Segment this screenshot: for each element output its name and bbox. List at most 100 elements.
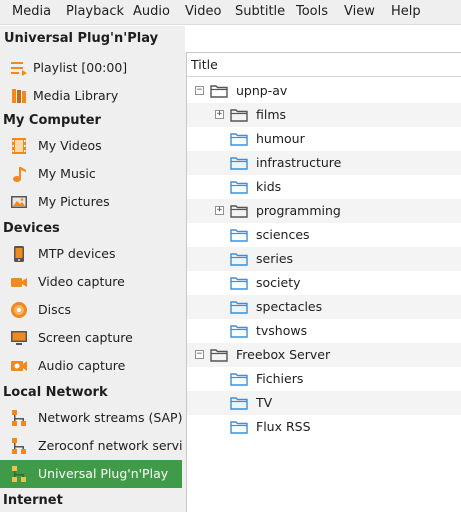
- tree-item-label: upnp-av: [236, 83, 288, 98]
- folder-icon: [230, 325, 248, 338]
- folder-icon: [230, 421, 248, 434]
- sidebar-item-mtp-devices[interactable]: MTP devices: [0, 240, 182, 268]
- sidebar-item-label: Media Library: [33, 88, 119, 103]
- menu-bar: Media Playback Audio Video Subtitle Tool…: [0, 0, 461, 25]
- folder-icon: [230, 229, 248, 242]
- folder-icon: [230, 205, 248, 218]
- section-header-my-computer: My Computer: [3, 113, 101, 128]
- sidebar-item-network-streams-sap[interactable]: Network streams (SAP): [0, 404, 182, 432]
- folder-icon: [210, 349, 228, 362]
- sidebar-item-upnp[interactable]: Universal Plug'n'Play: [0, 460, 182, 488]
- tree-row[interactable]: + programming: [187, 199, 461, 223]
- sidebar-item-label: Audio capture: [38, 358, 126, 373]
- folder-icon: [230, 373, 248, 386]
- sidebar-item-label: My Music: [38, 166, 96, 181]
- folder-icon: [230, 181, 248, 194]
- tree-row[interactable]: humour: [187, 127, 461, 151]
- network-icon: [12, 438, 26, 454]
- sidebar-item-playlist[interactable]: Playlist [00:00]: [0, 54, 182, 82]
- tree-item-label: tvshows: [256, 323, 308, 338]
- playlist-icon: [11, 62, 27, 76]
- tree-item-label: films: [256, 107, 287, 122]
- tree-row[interactable]: sciences: [187, 223, 461, 247]
- network-icon: [12, 466, 26, 482]
- picture-icon: [11, 196, 27, 208]
- folder-icon: [230, 109, 248, 122]
- tree-item-label: Flux RSS: [256, 419, 311, 434]
- sidebar-item-label: My Videos: [38, 138, 102, 153]
- sidebar-item-zeroconf[interactable]: Zeroconf network servi...: [0, 432, 194, 460]
- tree-item-label: TV: [256, 395, 273, 410]
- network-icon: [12, 410, 26, 426]
- tree-item-label: programming: [256, 203, 341, 218]
- sidebar-item-screen-capture[interactable]: Screen capture: [0, 324, 182, 352]
- column-header-title[interactable]: Title: [187, 53, 461, 77]
- screen-capture-icon: [11, 331, 27, 345]
- sidebar-item-my-pictures[interactable]: My Pictures: [0, 188, 182, 216]
- sidebar-item-label: Universal Plug'n'Play: [38, 466, 169, 481]
- sidebar-item-label: Screen capture: [38, 330, 133, 345]
- folder-icon: [230, 301, 248, 314]
- column-title: Title: [191, 57, 218, 72]
- tree-row[interactable]: spectacles: [187, 295, 461, 319]
- sidebar-item-my-videos[interactable]: My Videos: [0, 132, 182, 160]
- mtp-device-icon: [14, 246, 24, 262]
- menu-subtitle[interactable]: Subtitle: [235, 4, 285, 19]
- expand-icon[interactable]: +: [215, 110, 224, 119]
- folder-icon: [230, 157, 248, 170]
- folder-icon: [230, 253, 248, 266]
- menu-media[interactable]: Media: [12, 4, 51, 19]
- sidebar-item-video-capture[interactable]: Video capture: [0, 268, 182, 296]
- folder-icon: [230, 397, 248, 410]
- section-header-devices: Devices: [3, 221, 60, 236]
- music-note-icon: [13, 167, 26, 182]
- menu-video[interactable]: Video: [185, 4, 221, 19]
- sidebar-item-label: Zeroconf network servi...: [38, 438, 195, 453]
- film-icon: [12, 138, 26, 154]
- tree-row[interactable]: society: [187, 271, 461, 295]
- tree-item-label: infrastructure: [256, 155, 342, 170]
- tree-item-label: kids: [256, 179, 282, 194]
- tree-row[interactable]: tvshows: [187, 319, 461, 343]
- video-capture-icon: [11, 278, 27, 287]
- sidebar-item-label: Discs: [38, 302, 71, 317]
- menu-help[interactable]: Help: [391, 4, 421, 19]
- tree-row[interactable]: + films: [187, 103, 461, 127]
- collapse-icon[interactable]: −: [195, 86, 204, 95]
- sidebar-item-my-music[interactable]: My Music: [0, 160, 182, 188]
- menu-audio[interactable]: Audio: [133, 4, 170, 19]
- sidebar-item-label: MTP devices: [38, 246, 116, 261]
- sidebar: Playlist [00:00] Media Library My Comput…: [0, 52, 194, 512]
- tree-row[interactable]: − Freebox Server: [187, 343, 461, 367]
- tree-item-label: spectacles: [256, 299, 323, 314]
- collapse-icon[interactable]: −: [195, 350, 204, 359]
- sidebar-item-discs[interactable]: Discs: [0, 296, 182, 324]
- tree-item-label: humour: [256, 131, 305, 146]
- sidebar-item-label: My Pictures: [38, 194, 110, 209]
- tree-row[interactable]: Flux RSS: [187, 415, 461, 439]
- tree-row[interactable]: series: [187, 247, 461, 271]
- tree-row[interactable]: infrastructure: [187, 151, 461, 175]
- tree-row[interactable]: − upnp-av: [187, 79, 461, 103]
- tree-item-label: Fichiers: [256, 371, 304, 386]
- media-tree: Title − upnp-av + films humour infrastructure…: [186, 52, 461, 512]
- tree-item-label: society: [256, 275, 301, 290]
- disc-icon: [11, 302, 27, 318]
- tree-row[interactable]: TV: [187, 391, 461, 415]
- tree-item-label: series: [256, 251, 294, 266]
- section-header-local-network: Local Network: [3, 385, 108, 400]
- menu-playback[interactable]: Playback: [66, 4, 124, 19]
- sidebar-item-audio-capture[interactable]: Audio capture: [0, 352, 182, 380]
- audio-capture-icon: [11, 361, 27, 371]
- sidebar-item-label: Video capture: [38, 274, 125, 289]
- panel-title: Universal Plug'n'Play: [0, 26, 185, 52]
- expand-icon[interactable]: +: [215, 206, 224, 215]
- tree-row[interactable]: kids: [187, 175, 461, 199]
- sidebar-item-media-library[interactable]: Media Library: [0, 82, 182, 110]
- folder-icon: [210, 85, 228, 98]
- tree-row[interactable]: Fichiers: [187, 367, 461, 391]
- sidebar-item-label: Network streams (SAP): [38, 410, 183, 425]
- section-header-internet: Internet: [3, 493, 63, 508]
- menu-view[interactable]: View: [344, 4, 375, 19]
- menu-tools[interactable]: Tools: [296, 4, 328, 19]
